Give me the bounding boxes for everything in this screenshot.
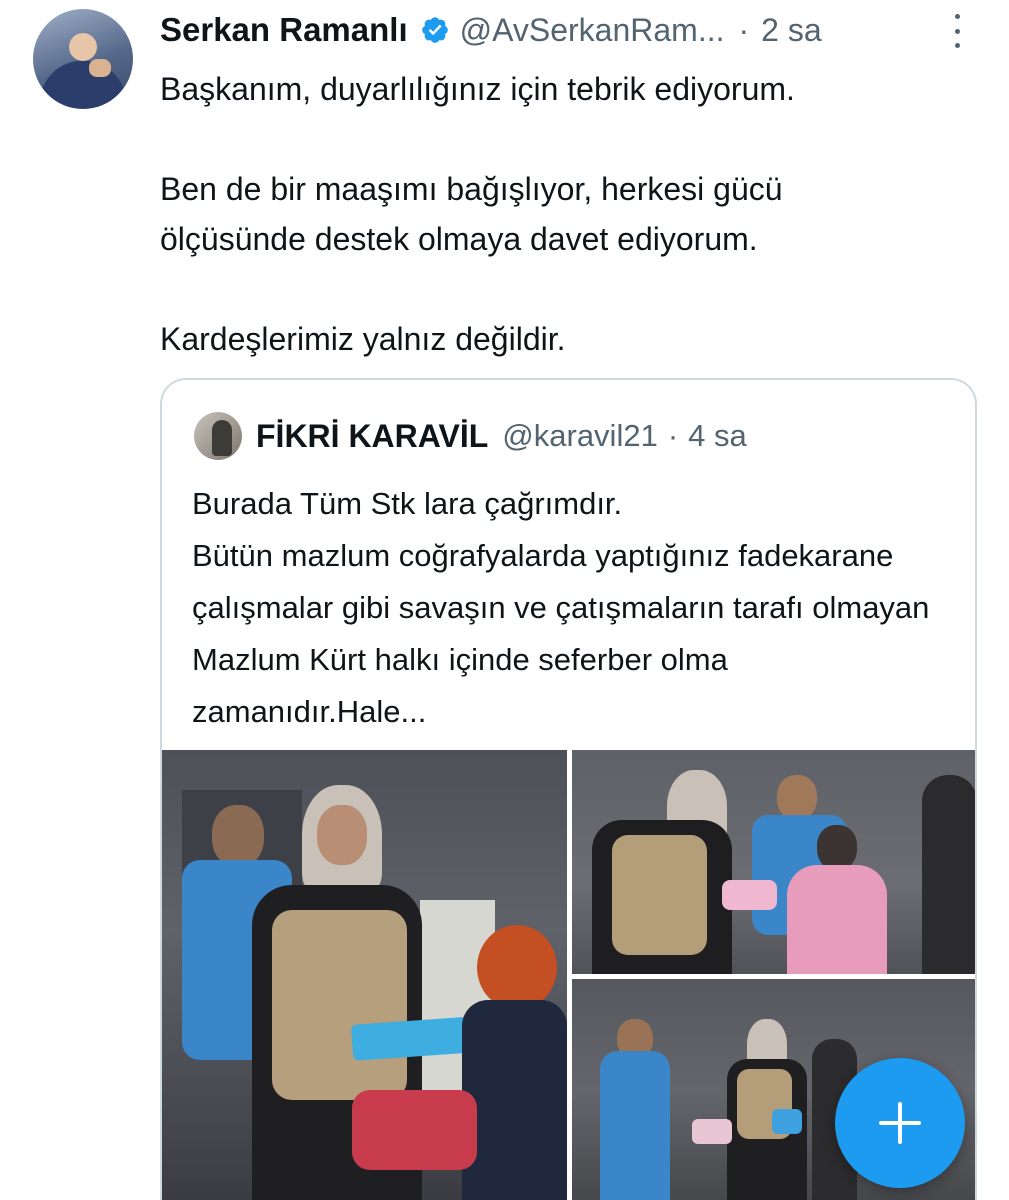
tweet-paragraph-1: Başkanım, duyarlılığınız için tebrik edi… [160, 71, 795, 107]
quoted-author-handle[interactable]: @karavil21 [502, 418, 658, 454]
tweet-time[interactable]: 2 sa [761, 12, 821, 49]
tweet-text: Başkanım, duyarlılığınız için tebrik edi… [160, 64, 980, 364]
media-photo-2[interactable] [572, 750, 975, 974]
verified-badge-icon [421, 17, 448, 43]
tweet-header: Serkan Ramanlı @AvSerkanRam... · 2 sa [160, 8, 969, 52]
author-name[interactable]: Serkan Ramanlı [160, 11, 408, 49]
separator-dot: · [667, 418, 679, 453]
quoted-author-avatar[interactable] [194, 412, 242, 460]
quoted-tweet-header: FİKRİ KARAVİL @karavil21 · 4 sa [194, 410, 747, 462]
compose-tweet-button[interactable] [835, 1058, 965, 1188]
separator-dot: · [738, 11, 750, 48]
more-options-icon[interactable] [937, 14, 977, 48]
media-photo-1[interactable] [162, 750, 567, 1200]
quoted-tweet-time[interactable]: 4 sa [688, 418, 747, 454]
quoted-author-name[interactable]: FİKRİ KARAVİL [256, 418, 488, 455]
author-avatar[interactable] [33, 9, 133, 109]
tweet-paragraph-2: Ben de bir maaşımı bağışlıyor, herkesi g… [160, 171, 783, 257]
tweet-paragraph-3: Kardeşlerimiz yalnız değildir. [160, 321, 566, 357]
author-handle[interactable]: @AvSerkanRam... [460, 12, 725, 49]
quoted-tweet-text: Burada Tüm Stk lara çağrımdır. Bütün maz… [192, 486, 930, 729]
plus-icon [879, 1102, 921, 1144]
